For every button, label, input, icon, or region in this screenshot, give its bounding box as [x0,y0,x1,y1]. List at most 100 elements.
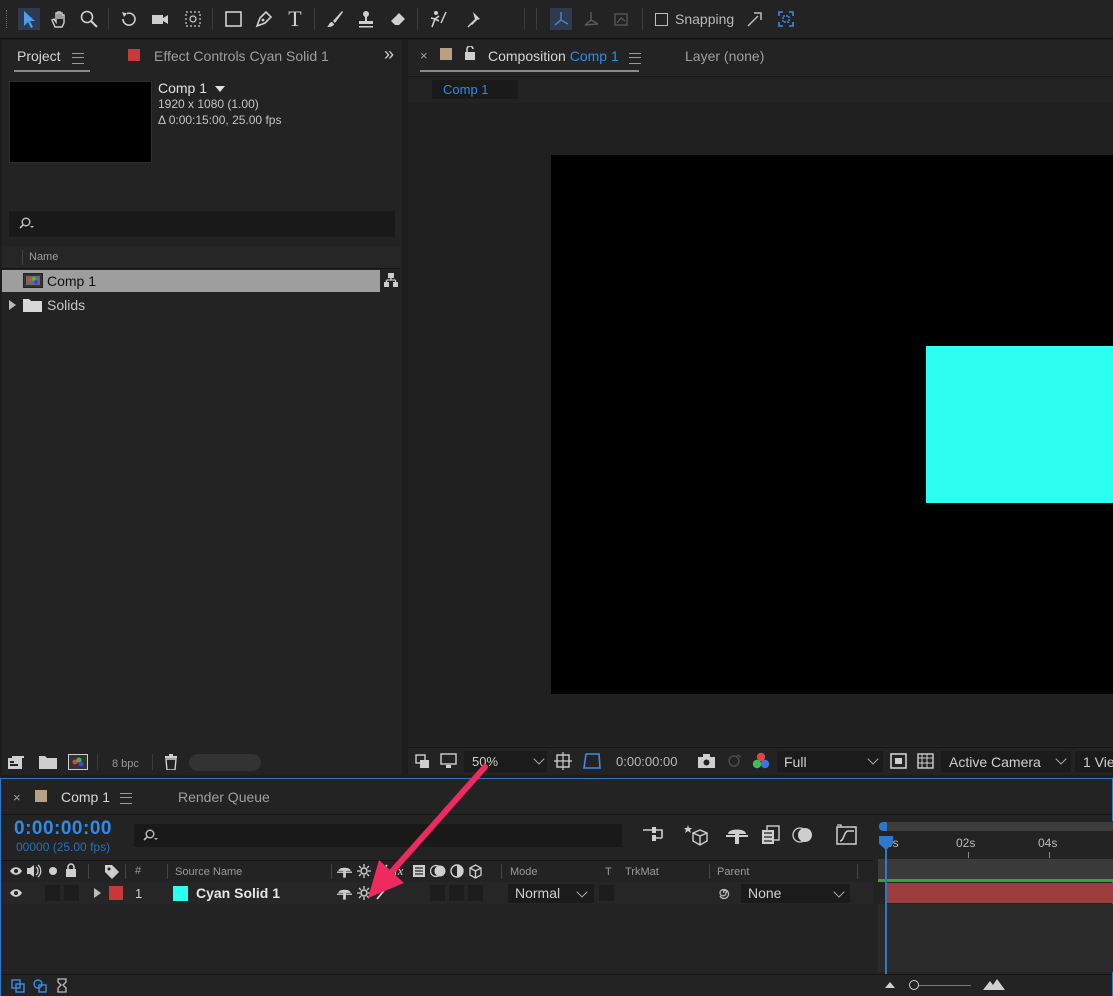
tab-composition[interactable]: Composition Comp 1 [488,48,619,64]
new-folder-icon[interactable] [39,755,57,769]
project-search-input[interactable] [9,211,395,237]
zoom-tool-icon[interactable] [78,8,100,30]
layer-duration-bar[interactable] [887,883,1113,903]
flowchart-icon[interactable] [383,272,399,288]
show-snapshot-icon[interactable] [725,753,743,769]
layer-switches-toggle-icon[interactable] [11,979,25,993]
brush-tool-icon[interactable] [324,8,346,30]
snap-features-icon[interactable] [775,8,797,30]
solo-icon[interactable] [49,867,57,875]
preserve-transparency-toggle[interactable] [599,885,614,901]
audio-icon[interactable] [26,864,42,878]
interpret-footage-icon[interactable] [7,755,27,771]
layer-parent-select[interactable]: None [741,884,850,903]
zoom-out-icon[interactable] [885,982,895,988]
region-of-interest-icon[interactable] [890,753,907,769]
timeline-timecode[interactable]: 0:00:00:00 [14,818,112,840]
column-source-name-header[interactable]: Source Name [175,866,242,878]
more-tabs-icon[interactable]: » [384,44,394,65]
column-hash-header[interactable]: # [135,865,141,877]
zoom-in-icon[interactable] [983,978,1005,990]
time-ruler[interactable]: 0s 02s 04s [878,821,1113,881]
zoom-slider-track[interactable] [913,985,971,986]
motion-blur-icon[interactable] [792,825,814,845]
layer-visibility-eye-icon[interactable] [9,888,23,898]
viewer-timecode[interactable]: 0:00:00:00 [616,754,677,769]
resolution-select[interactable]: Full [777,751,883,772]
snapping-checkbox[interactable] [655,13,668,26]
column-mode-header[interactable]: Mode [510,866,538,878]
comp-info-name[interactable]: Comp 1 [158,80,225,96]
lock-open-icon[interactable] [464,46,476,60]
column-trkmat-header[interactable]: TrkMat [625,866,659,878]
pan-behind-tool-icon[interactable] [182,8,204,30]
view-axis-mode-icon[interactable] [610,8,632,30]
roto-brush-tool-icon[interactable] [426,8,448,30]
world-axis-mode-icon[interactable] [580,8,602,30]
column-t-header[interactable]: T [605,866,612,878]
expand-layer-triangle-icon[interactable] [94,888,101,898]
snap-edges-icon[interactable] [744,8,766,30]
layer-mode-select[interactable]: Normal [508,884,594,903]
bpc-label[interactable]: 8 bpc [112,758,139,770]
close-tab-icon[interactable]: × [420,48,428,63]
comp-mini-flowchart-icon[interactable] [642,826,664,844]
puppet-pin-tool-icon[interactable] [465,8,487,30]
selection-tool-icon[interactable] [18,8,40,30]
tab-project[interactable]: Project [17,48,61,64]
project-item-folder[interactable]: Solids [2,294,380,316]
toolbar-grip[interactable] [6,10,15,28]
work-area-start-handle[interactable] [879,822,887,831]
chevron-down-icon[interactable] [214,86,225,93]
comp-viewer[interactable] [408,103,1113,745]
work-area-bar[interactable] [881,822,1113,831]
label-tag-icon[interactable] [104,864,120,880]
hand-tool-icon[interactable] [48,8,70,30]
zoom-slider-thumb[interactable] [909,980,919,990]
shy-switch-icon[interactable] [337,864,352,879]
layer-label-color[interactable] [109,886,123,900]
column-name-header[interactable]: Name [29,251,58,263]
eraser-tool-icon[interactable] [387,8,409,30]
shy-layers-icon[interactable] [726,825,748,845]
tab-layer[interactable]: Layer (none) [685,48,764,64]
transparency-grid-icon[interactable] [917,753,934,769]
breadcrumb-comp[interactable]: Comp 1 [432,80,518,99]
type-tool-icon[interactable]: T [284,6,306,31]
eye-icon[interactable] [9,866,23,876]
rectangle-tool-icon[interactable] [222,8,244,30]
frame-blending-icon[interactable] [761,825,781,845]
tab-timeline-comp[interactable]: Comp 1 [61,789,110,805]
view-layout-select[interactable]: 1 View [1075,751,1113,772]
graph-editor-icon[interactable] [836,824,858,846]
pen-tool-icon[interactable] [253,8,275,30]
expand-triangle-icon[interactable] [9,300,16,310]
camera-tool-icon[interactable] [149,8,171,30]
render-time-toggle-icon[interactable] [55,978,69,993]
rotation-tool-icon[interactable] [118,8,140,30]
project-panel-menu-icon[interactable] [72,53,84,64]
trash-icon[interactable] [164,754,178,770]
local-axis-mode-icon[interactable] [550,8,572,30]
tab-render-queue[interactable]: Render Queue [178,789,270,805]
color-channels-icon[interactable] [751,752,771,770]
timeline-panel-menu-icon[interactable] [120,793,132,804]
cyan-solid-layer[interactable] [926,346,1113,503]
layer-source-name[interactable]: Cyan Solid 1 [196,885,280,901]
thumbnail-scrollbar[interactable] [189,754,261,771]
new-composition-icon[interactable] [68,754,88,770]
grid-guides-icon[interactable] [554,752,572,770]
camera-view-select[interactable]: Active Camera [941,751,1071,772]
audio-toggle[interactable] [45,885,60,901]
clone-stamp-tool-icon[interactable] [355,8,377,30]
lock-toggle[interactable] [64,885,79,901]
composition-panel-menu-icon[interactable] [629,53,641,64]
layer-shy-switch-icon[interactable] [337,886,352,901]
mask-visibility-icon[interactable] [582,752,602,770]
current-time-indicator[interactable] [885,837,887,975]
column-parent-header[interactable]: Parent [717,866,749,878]
project-item-comp[interactable]: Comp 1 [2,270,380,292]
draft-3d-icon[interactable] [684,824,708,846]
lock-icon[interactable] [65,863,77,877]
pick-whip-icon[interactable] [717,886,731,900]
